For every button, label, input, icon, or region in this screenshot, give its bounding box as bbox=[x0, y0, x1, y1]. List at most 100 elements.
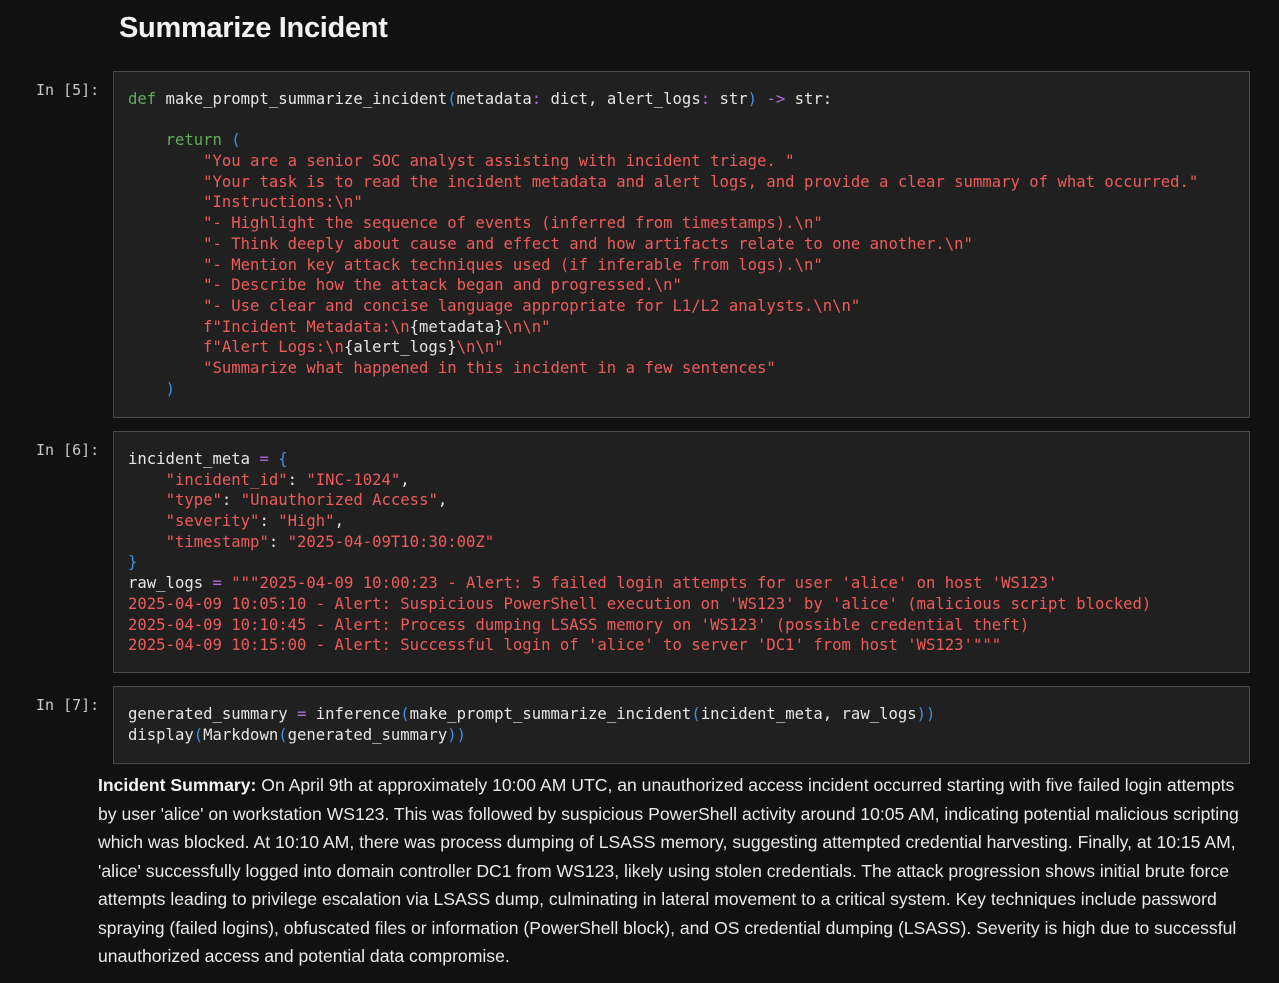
code-token: ) bbox=[747, 90, 758, 108]
code-editor[interactable]: generated_summary = inference(make_promp… bbox=[114, 704, 1249, 745]
code-line: "- Describe how the attack began and pro… bbox=[128, 275, 1249, 296]
code-token: : bbox=[700, 90, 711, 108]
code-token: "- Mention key attack techniques used (i… bbox=[203, 255, 823, 274]
code-token: "incident_id" bbox=[165, 470, 288, 489]
code-token: \n\n" bbox=[503, 317, 551, 336]
code-editor[interactable]: def make_prompt_summarize_incident(metad… bbox=[114, 89, 1249, 399]
code-token: )) bbox=[916, 705, 936, 723]
code-token: """2025-04-09 10:00:23 - Alert: 5 failed… bbox=[231, 574, 1058, 593]
code-token: : bbox=[259, 512, 279, 531]
code-line: incident_meta = { bbox=[128, 449, 1249, 470]
code-token: generated_summary bbox=[128, 705, 297, 723]
code-token: "Unauthorized Access" bbox=[240, 491, 438, 510]
code-line: f"Incident Metadata:\n{metadata}\n\n" bbox=[128, 317, 1249, 338]
code-token: \n\n" bbox=[456, 338, 504, 357]
code-token: = bbox=[212, 574, 222, 593]
code-token: 2025-04-09 10:15:00 - Alert: Successful … bbox=[128, 636, 1002, 655]
code-line: generated_summary = inference(make_promp… bbox=[128, 704, 1249, 725]
code-line: 2025-04-09 10:05:10 - Alert: Suspicious … bbox=[128, 594, 1249, 615]
code-token: generated_summary bbox=[287, 725, 448, 744]
code-editor[interactable]: incident_meta = { "incident_id": "INC-10… bbox=[114, 449, 1249, 656]
code-line: "You are a senior SOC analyst assisting … bbox=[128, 151, 1249, 172]
code-token: def bbox=[128, 90, 157, 108]
code-token: 2025-04-09 10:10:45 - Alert: Process dum… bbox=[128, 615, 1030, 634]
code-token: "Instructions:\n" bbox=[203, 193, 363, 212]
summary-text: On April 9th at approximately 10:00 AM U… bbox=[98, 775, 1239, 966]
code-token: incident_meta bbox=[128, 450, 260, 468]
cell-prompt-6: In [6]: bbox=[36, 441, 100, 459]
code-token: , bbox=[437, 491, 448, 510]
code-line: "Instructions:\n" bbox=[128, 192, 1249, 213]
code-line: "incident_id": "INC-1024", bbox=[128, 470, 1249, 491]
code-cell-6[interactable]: incident_meta = { "incident_id": "INC-10… bbox=[113, 431, 1250, 673]
code-token: "type" bbox=[165, 491, 222, 510]
code-token: raw_logs bbox=[128, 574, 213, 593]
cell-prompt-7: In [7]: bbox=[36, 696, 100, 714]
code-token: } bbox=[128, 553, 138, 572]
code-token: return bbox=[165, 131, 222, 150]
code-token: = bbox=[297, 705, 307, 723]
code-token: , bbox=[400, 470, 410, 489]
code-line: def make_prompt_summarize_incident(metad… bbox=[128, 89, 1249, 110]
code-line: 2025-04-09 10:10:45 - Alert: Process dum… bbox=[128, 615, 1249, 636]
code-line: "- Use clear and concise language approp… bbox=[128, 296, 1249, 317]
code-line: "Your task is to read the incident metad… bbox=[128, 172, 1249, 193]
code-token: "You are a senior SOC analyst assisting … bbox=[203, 152, 795, 171]
markdown-output: Incident Summary: On April 9th at approx… bbox=[98, 771, 1243, 971]
code-token: = bbox=[259, 450, 269, 468]
code-token: , bbox=[334, 512, 344, 531]
code-token: inference bbox=[306, 705, 401, 723]
code-token: "Summarize what happened in this inciden… bbox=[203, 358, 776, 377]
code-token: "- Describe how the attack began and pro… bbox=[203, 276, 682, 295]
code-token: str: bbox=[785, 90, 833, 108]
code-token: "INC-1024" bbox=[306, 470, 401, 489]
code-token: "severity" bbox=[165, 512, 260, 531]
code-token: str bbox=[710, 90, 748, 108]
code-token: "High" bbox=[278, 512, 335, 531]
code-token: { bbox=[278, 450, 288, 468]
code-token: -> bbox=[766, 90, 786, 108]
code-token: dict, alert_logs bbox=[541, 90, 701, 108]
code-token: {alert_logs} bbox=[343, 338, 457, 357]
code-line: "- Mention key attack techniques used (i… bbox=[128, 255, 1249, 276]
code-token: f"Alert Logs:\n bbox=[203, 338, 344, 357]
code-token: incident_meta, raw_logs bbox=[700, 705, 917, 723]
code-line: raw_logs = """2025-04-09 10:00:23 - Aler… bbox=[128, 573, 1249, 594]
code-token: ( bbox=[278, 725, 288, 744]
code-token: ( bbox=[691, 705, 701, 723]
code-token: )) bbox=[447, 725, 466, 744]
code-line: "- Think deeply about cause and effect a… bbox=[128, 234, 1249, 255]
code-token: 2025-04-09 10:05:10 - Alert: Suspicious … bbox=[128, 594, 1152, 613]
code-token: ( bbox=[400, 705, 410, 723]
code-token: "- Think deeply about cause and effect a… bbox=[203, 234, 973, 253]
code-cell-7[interactable]: generated_summary = inference(make_promp… bbox=[113, 686, 1250, 764]
code-line: "timestamp": "2025-04-09T10:30:00Z" bbox=[128, 532, 1249, 553]
code-cell-5[interactable]: def make_prompt_summarize_incident(metad… bbox=[113, 71, 1250, 418]
code-token: : bbox=[531, 90, 542, 108]
code-line: "type": "Unauthorized Access", bbox=[128, 490, 1249, 511]
code-line: } bbox=[128, 552, 1249, 573]
code-line: "- Highlight the sequence of events (inf… bbox=[128, 213, 1249, 234]
code-token: ( bbox=[193, 725, 204, 744]
code-token: metadata bbox=[456, 90, 532, 108]
code-token: : bbox=[221, 491, 241, 510]
code-token: : bbox=[268, 532, 288, 551]
code-token: ( bbox=[447, 90, 457, 108]
code-token: Markdown bbox=[203, 725, 279, 744]
code-token: display bbox=[128, 725, 194, 744]
code-token: make_prompt_summarize_incident bbox=[409, 705, 692, 723]
